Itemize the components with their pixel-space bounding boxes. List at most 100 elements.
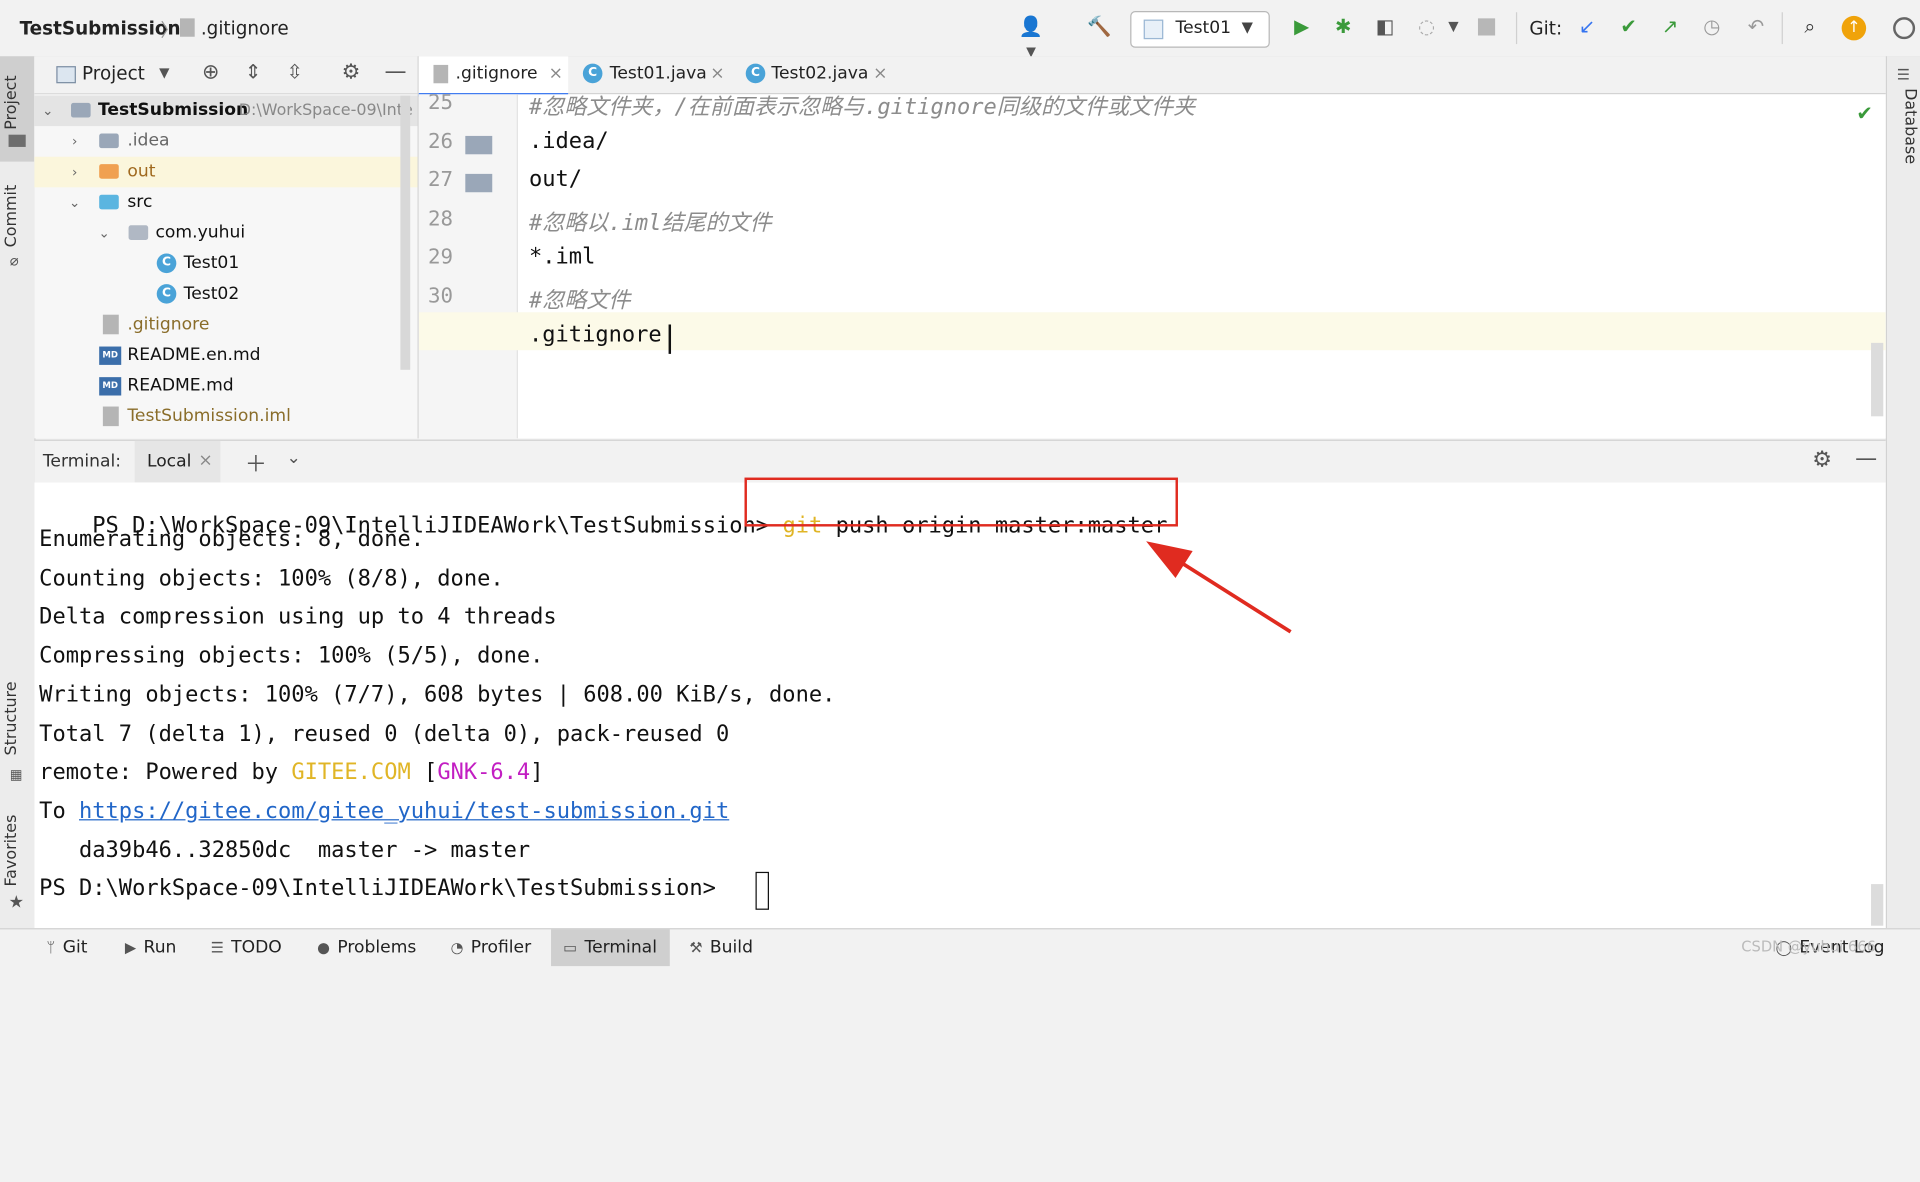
bottom-tab-git[interactable]: ᛘ Git	[47, 929, 88, 966]
tree-item-label: Test02	[183, 284, 240, 304]
code-line[interactable]: *.iml	[529, 244, 595, 270]
tool-tab-structure[interactable]: Structure	[2, 676, 31, 762]
gear-icon[interactable]: ⚙	[1812, 447, 1832, 473]
run-config-selector[interactable]: Test01 ▼	[1130, 11, 1270, 48]
user-icon[interactable]: 👤▾	[1019, 15, 1043, 63]
tree-item-package[interactable]: ⌄ com.yuhui	[34, 218, 417, 249]
tab-label: Test02.java	[771, 63, 869, 84]
stop-icon[interactable]	[1477, 18, 1496, 36]
tool-tab-favorites[interactable]: Favorites	[2, 808, 31, 894]
tree-item-idea[interactable]: › .idea	[34, 126, 417, 157]
tool-tab-commit[interactable]: Commit	[2, 179, 31, 252]
terminal-branch-line: da39b46..32850dc master -> master	[39, 837, 531, 864]
run-config-label: Test01	[1175, 18, 1232, 38]
code-line[interactable]: .gitignore	[529, 322, 662, 348]
hide-panel-icon[interactable]: —	[384, 59, 406, 85]
line-number: 28	[427, 206, 454, 232]
rollback-icon[interactable]: ↶	[1744, 15, 1768, 39]
line-number: 27	[427, 167, 454, 193]
tree-item-test01[interactable]: C Test01	[34, 249, 417, 280]
bottom-tab-profiler[interactable]: ◔ Profiler	[451, 929, 532, 966]
tool-tab-project[interactable]: Project	[2, 66, 31, 139]
editor-scrollbar[interactable]	[1871, 342, 1884, 417]
code-line[interactable]: #忽略文件	[529, 283, 630, 315]
tree-item-src[interactable]: ⌄ src	[34, 187, 417, 218]
line-number: 29	[427, 245, 454, 270]
tree-root-path: D:\WorkSpace-09\Inte	[238, 101, 413, 121]
close-icon[interactable]: ×	[549, 56, 563, 90]
run-icon[interactable]: ▶	[1289, 15, 1313, 39]
collapse-all-icon[interactable]: ⇳	[287, 60, 303, 83]
git-push-icon[interactable]: ↗	[1658, 15, 1682, 39]
terminal-scrollbar[interactable]	[1871, 884, 1884, 926]
tree-root[interactable]: ⌄ TestSubmission D:\WorkSpace-09\Inte	[34, 95, 418, 127]
tree-item-readme-en[interactable]: MD README.en.md	[34, 340, 417, 371]
add-icon[interactable]: ＋	[245, 447, 267, 479]
terminal-tab-local[interactable]: Local ×	[134, 440, 221, 483]
history-icon[interactable]: ◷	[1700, 15, 1724, 39]
ide-logo-icon[interactable]	[1893, 17, 1916, 40]
chevron-right-icon[interactable]: ›	[66, 157, 83, 188]
bottom-tab-build[interactable]: ⚒ Build	[689, 929, 753, 966]
update-icon[interactable]: ↑	[1841, 15, 1867, 41]
tree-item-out[interactable]: › out	[34, 156, 418, 188]
profile-icon[interactable]: ◌	[1414, 15, 1438, 39]
build-hammer-icon[interactable]: 🔨	[1087, 15, 1111, 39]
project-view-title[interactable]: Project	[82, 62, 145, 84]
close-icon[interactable]: ×	[198, 451, 212, 471]
tab-test02[interactable]: C Test02.java ×	[741, 56, 900, 93]
terminal-output[interactable]: PS D:\WorkSpace-09\IntelliJIDEAWork\Test…	[34, 482, 1886, 929]
hide-panel-icon[interactable]: —	[1855, 446, 1877, 472]
bottom-tab-todo[interactable]: ☰ TODO	[211, 929, 282, 966]
terminal-output-line: Writing objects: 100% (7/7), 608 bytes |…	[39, 681, 836, 708]
breadcrumb-file[interactable]: .gitignore	[201, 17, 289, 39]
terminal-output-line: Compressing objects: 100% (5/5), done.	[39, 642, 544, 669]
close-icon[interactable]: ×	[873, 56, 887, 90]
tree-item-readme[interactable]: MD README.md	[34, 371, 417, 402]
code-line[interactable]: .idea/	[529, 128, 609, 154]
tree-item-iml[interactable]: TestSubmission.iml	[34, 402, 417, 433]
bottom-tab-run[interactable]: ▶ Run	[125, 929, 177, 966]
breadcrumb-project[interactable]: TestSubmission	[20, 17, 181, 39]
bottom-tab-problems[interactable]: ● Problems	[317, 929, 416, 966]
more-run-chevron-icon[interactable]: ▼	[1441, 15, 1465, 39]
gear-icon[interactable]: ⚙	[342, 60, 361, 84]
close-icon[interactable]: ×	[710, 56, 724, 90]
tree-scrollbar[interactable]	[400, 95, 411, 370]
bottom-tab-terminal[interactable]: ▭ Terminal	[551, 929, 670, 967]
chevron-down-icon[interactable]: ⌄	[66, 187, 83, 218]
tool-tab-database[interactable]: Database	[1892, 88, 1918, 174]
chevron-right-icon[interactable]: ›	[66, 126, 83, 157]
inspection-ok-icon[interactable]: ✔	[1856, 102, 1872, 125]
git-update-icon[interactable]: ↙	[1575, 15, 1599, 39]
coverage-icon[interactable]: ◧	[1373, 15, 1397, 39]
tab-test01[interactable]: C Test01.java ×	[578, 56, 737, 93]
chevron-down-icon[interactable]: ⌄	[96, 218, 113, 249]
terminal-icon: ▭	[563, 939, 578, 957]
tree-item-label: com.yuhui	[155, 222, 246, 243]
remote-url-link[interactable]: https://gitee.com/gitee_yuhui/test-submi…	[79, 798, 729, 824]
locate-icon[interactable]: ⊕	[202, 60, 219, 84]
chevron-down-icon[interactable]: ⌄	[39, 96, 56, 127]
chevron-down-icon[interactable]: ⌄	[287, 448, 301, 468]
bottom-tab-label: Git	[62, 937, 88, 958]
code-line[interactable]: #忽略文件夹，/在前面表示忽略与.gitignore同级的文件或文件夹	[529, 94, 1195, 121]
code-editor[interactable]: 25262728293031 #忽略文件夹，/在前面表示忽略与.gitignor…	[418, 94, 1886, 439]
code-line[interactable]: out/	[529, 167, 582, 193]
folder-icon	[465, 135, 493, 154]
editor-gutter: 25262728293031	[418, 94, 518, 439]
debug-icon[interactable]: ✱	[1331, 15, 1355, 39]
chevron-down-icon[interactable]: ▼	[159, 65, 169, 81]
code-line[interactable]: #忽略以.iml结尾的文件	[529, 205, 772, 237]
tree-item-gitignore[interactable]: .gitignore	[34, 310, 417, 341]
excluded-folder-icon	[99, 164, 119, 179]
arrow-head	[1146, 541, 1193, 578]
bottom-tool-bar: ᛘ Git ▶ Run ☰ TODO ● Problems ◔ Profiler ▭ Ter…	[0, 928, 1920, 967]
tree-item-test02[interactable]: C Test02	[34, 279, 417, 310]
expand-all-icon[interactable]: ⇕	[245, 60, 261, 83]
search-icon[interactable]: ⌕	[1798, 15, 1822, 39]
tab-gitignore[interactable]: .gitignore ×	[418, 56, 569, 97]
command-highlight-box	[744, 477, 1178, 527]
gitignore-file-icon	[433, 64, 449, 84]
git-commit-icon[interactable]: ✔	[1616, 15, 1640, 39]
